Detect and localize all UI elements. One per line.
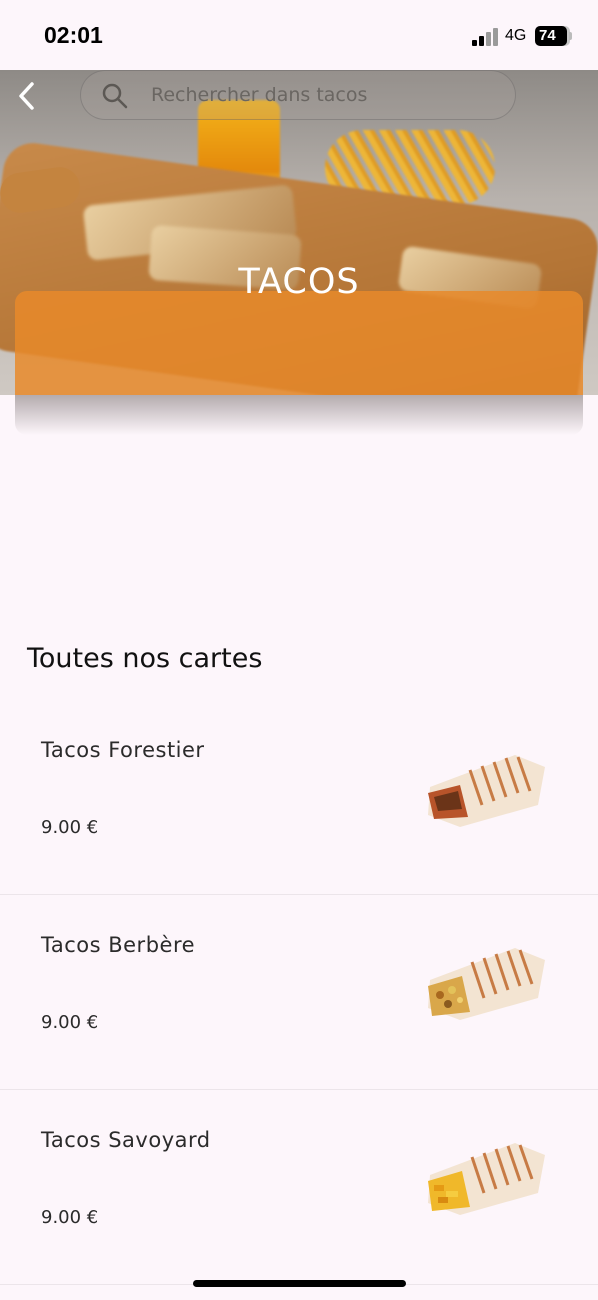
category-title: TACOS [238, 262, 360, 302]
home-indicator[interactable] [193, 1280, 406, 1287]
banner-shadow [15, 395, 583, 435]
menu-item-tacos-forestier[interactable]: Tacos Forestier 9.00 € [0, 700, 598, 895]
search-input[interactable]: Rechercher dans tacos [80, 70, 516, 120]
menu-item-tacos-berbere[interactable]: Tacos Berbère 9.00 € [0, 895, 598, 1090]
search-icon [102, 83, 128, 109]
category-banner [15, 291, 583, 395]
item-price: 9.00 € [41, 1207, 99, 1228]
battery-icon: 74 [535, 26, 572, 46]
status-time: 02:01 [44, 22, 103, 48]
back-button[interactable] [12, 80, 44, 112]
tacos-forestier-image [428, 755, 545, 827]
item-name: Tacos Forestier [41, 738, 205, 762]
status-bar: 02:01 4G 74 [0, 0, 598, 70]
section-title: Toutes nos cartes [27, 643, 263, 674]
tacos-savoyard-image [428, 1143, 545, 1215]
signal-icon [472, 28, 498, 46]
menu-item-tacos-savoyard[interactable]: Tacos Savoyard 9.00 € [0, 1090, 598, 1285]
category-hero: Rechercher dans tacos [0, 70, 598, 395]
network-type: 4G [505, 27, 527, 44]
search-placeholder: Rechercher dans tacos [151, 84, 368, 106]
chevron-left-icon [19, 82, 34, 110]
item-price: 9.00 € [41, 1012, 99, 1033]
item-name: Tacos Berbère [41, 933, 196, 957]
menu-list: Tacos Forestier 9.00 € Tacos Berbère 9.0… [0, 700, 598, 1285]
item-name: Tacos Savoyard [41, 1128, 211, 1152]
tacos-berbere-image [428, 948, 545, 1020]
item-price: 9.00 € [41, 817, 99, 838]
